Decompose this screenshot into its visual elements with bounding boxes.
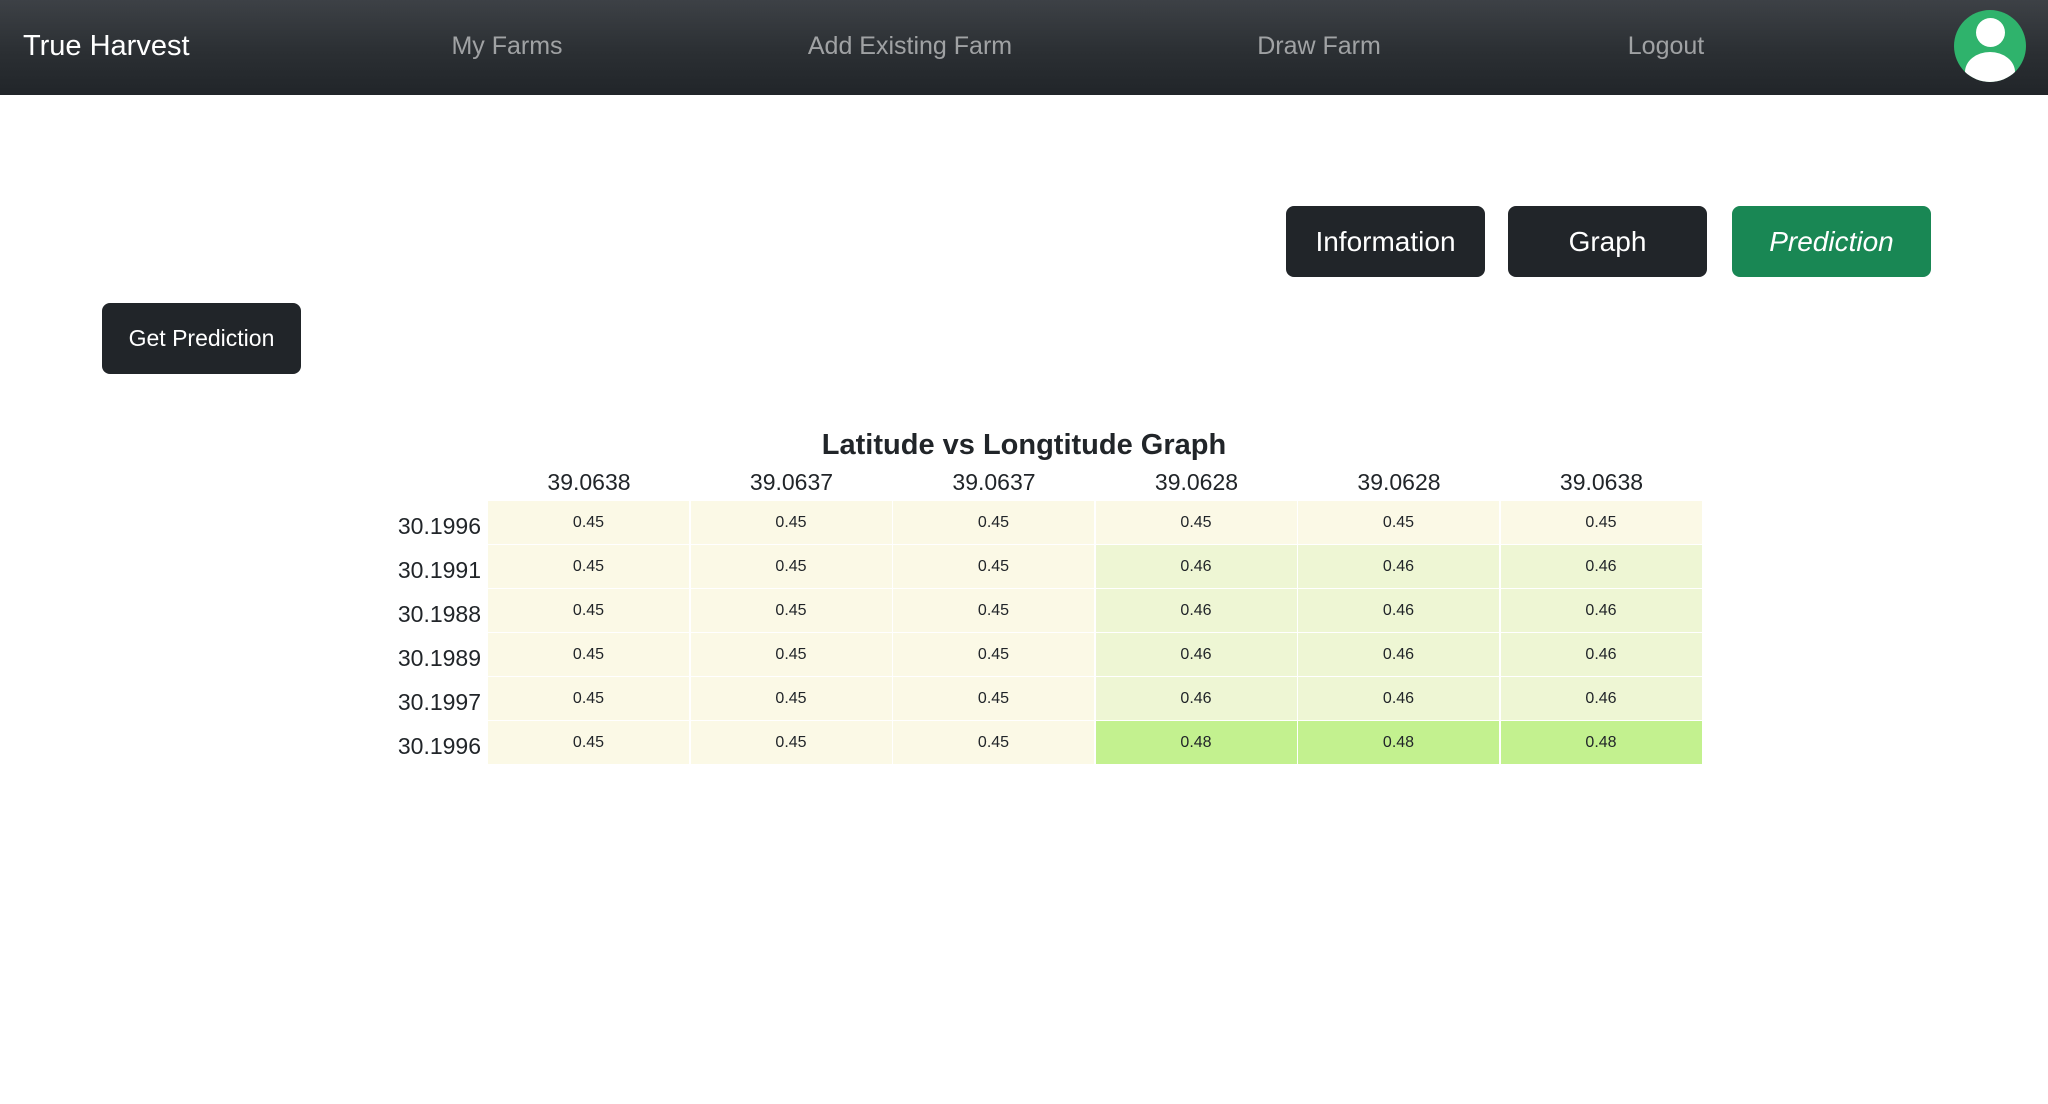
nav-my-farms[interactable]: My Farms [451,0,562,92]
column-label: 39.0628 [1154,469,1239,495]
heatmap-cell: 0.46 [1095,589,1297,632]
nav-add-existing-farm[interactable]: Add Existing Farm [808,0,1012,92]
heatmap-cell: 0.46 [1095,677,1297,720]
nav-draw-farm[interactable]: Draw Farm [1257,0,1381,92]
graph-tab-button[interactable]: Graph [1508,206,1707,277]
heatmap-cell: 0.46 [1500,677,1702,720]
row-label: 30.1991 [397,557,481,583]
get-prediction-button[interactable]: Get Prediction [102,303,301,374]
avatar-body-shape [1965,52,2015,82]
row-label: 30.1988 [397,601,481,627]
heatmap-cell: 0.48 [1298,721,1499,764]
heatmap-cell: 0.45 [488,545,689,588]
heatmap-cell: 0.45 [488,677,689,720]
heatmap-cell: 0.45 [488,589,689,632]
prediction-tab-button[interactable]: Prediction [1732,206,1931,277]
heatmap-cell: 0.45 [690,677,892,720]
row-label: 30.1996 [397,733,481,759]
row-label: 30.1997 [397,689,481,715]
heatmap-cell: 0.45 [1095,501,1297,544]
heatmap-cell: 0.46 [1095,633,1297,676]
column-label: 39.0638 [1559,469,1644,495]
row-label: 30.1996 [397,513,481,539]
heatmap-cell: 0.45 [893,501,1094,544]
heatmap-cell: 0.45 [690,721,892,764]
heatmap-cell: 0.45 [488,633,689,676]
heatmap-cell: 0.45 [893,589,1094,632]
heatmap-cell: 0.46 [1500,589,1702,632]
heatmap-cell: 0.48 [1500,721,1702,764]
column-label: 39.0637 [749,469,834,495]
heatmap-cell: 0.45 [690,633,892,676]
heatmap-cell: 0.45 [1500,501,1702,544]
heatmap-cell: 0.46 [1298,633,1499,676]
heatmap-cell: 0.48 [1095,721,1297,764]
heatmap-cell: 0.45 [488,721,689,764]
heatmap-cell: 0.45 [893,545,1094,588]
heatmap-cell: 0.45 [690,589,892,632]
brand-link[interactable]: True Harvest [23,0,190,92]
row-label: 30.1989 [397,645,481,671]
heatmap-cell: 0.45 [690,501,892,544]
column-label: 39.0628 [1357,469,1441,495]
heatmap-cell: 0.46 [1298,589,1499,632]
heatmap-cell: 0.45 [1298,501,1499,544]
heatmap-cell: 0.46 [1095,545,1297,588]
heatmap-cell: 0.46 [1298,545,1499,588]
user-avatar-icon[interactable] [1954,10,2026,82]
heatmap-cell: 0.45 [893,677,1094,720]
column-label: 39.0637 [952,469,1036,495]
avatar-head-shape [1976,18,2005,47]
information-tab-button[interactable]: Information [1286,206,1485,277]
top-navbar: True Harvest My Farms Add Existing Farm … [0,0,2048,95]
heatmap-cell: 0.46 [1500,633,1702,676]
heatmap-cell: 0.46 [1500,545,1702,588]
nav-logout[interactable]: Logout [1628,0,1704,92]
heatmap-cell: 0.46 [1298,677,1499,720]
heatmap-cell: 0.45 [488,501,689,544]
chart-title: Latitude vs Longtitude Graph [821,429,1227,461]
heatmap-cell: 0.45 [893,633,1094,676]
heatmap-cell: 0.45 [690,545,892,588]
heatmap-cell: 0.45 [893,721,1094,764]
column-label: 39.0638 [547,469,631,495]
